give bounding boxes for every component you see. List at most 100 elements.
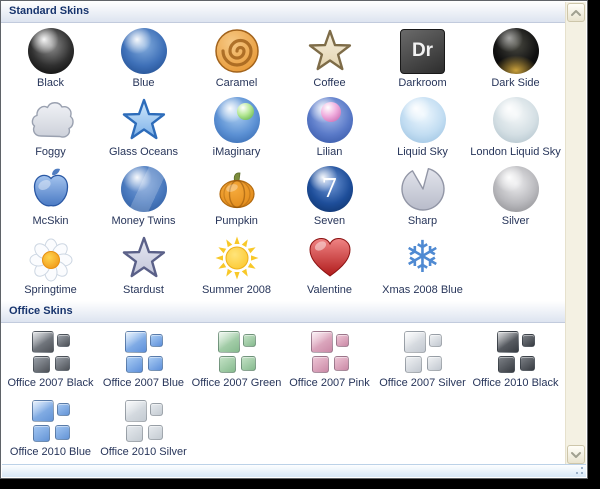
skin-label: Silver xyxy=(501,215,530,227)
skin-label: Seven xyxy=(313,215,346,227)
group-header-standard: Standard Skins xyxy=(1,1,566,23)
skin-item-silver[interactable]: Silver xyxy=(469,163,562,232)
skin-item-springtime[interactable]: Springtime xyxy=(4,232,97,301)
sphere-icon xyxy=(120,27,168,75)
scrollbar-track[interactable] xyxy=(566,23,586,444)
group-title: Office Skins xyxy=(9,305,73,317)
skin-label: Coffee xyxy=(313,77,346,89)
skin-item-dark-side[interactable]: Dark Side xyxy=(469,25,562,94)
skin-label: Office 2007 Silver xyxy=(379,377,466,389)
sphere-glow-icon xyxy=(492,27,540,75)
sun-icon xyxy=(213,234,261,282)
group-header-office: Office Skins xyxy=(1,301,566,323)
sphere-ball-icon xyxy=(306,96,354,144)
office-skins-items: Office 2007 Black Office 2007 Blue Offic… xyxy=(1,323,566,463)
snowflake-icon: ❄ xyxy=(404,232,441,283)
skin-label: Caramel xyxy=(215,77,258,89)
skin-item-pumpkin[interactable]: Pumpkin xyxy=(190,163,283,232)
dr-square-icon: Dr xyxy=(399,27,447,75)
skin-item-office-2007-black[interactable]: Office 2007 Black xyxy=(4,325,97,394)
skin-label: Office 2007 Black xyxy=(7,377,94,389)
chevron-down-icon xyxy=(571,451,581,458)
skin-label: Glass Oceans xyxy=(108,146,179,158)
resize-grip-icon[interactable] xyxy=(575,466,584,475)
skin-label: Sharp xyxy=(407,215,438,227)
skin-gallery: Standard Skins Black Blue Caramel Coffee … xyxy=(1,1,566,465)
skin-item-lilian[interactable]: Lilian xyxy=(283,94,376,163)
skin-item-office-2010-blue[interactable]: Office 2010 Blue xyxy=(4,394,97,463)
sphere-text-icon: 7 xyxy=(306,165,354,213)
squares-icon xyxy=(120,396,168,444)
skin-item-coffee[interactable]: Coffee xyxy=(283,25,376,94)
skin-label: Black xyxy=(37,77,64,89)
skin-label: Foggy xyxy=(35,146,66,158)
sphere-icon xyxy=(399,96,447,144)
skin-item-foggy[interactable]: Foggy xyxy=(4,94,97,163)
sphere-ball-icon xyxy=(213,96,261,144)
pacman-icon xyxy=(399,165,447,213)
standard-skins-items: Black Blue Caramel Coffee Dr Darkroom Dark … xyxy=(1,23,566,301)
skin-item-office-2010-black[interactable]: Office 2010 Black xyxy=(469,325,562,394)
group-standard-skins: Standard Skins Black Blue Caramel Coffee … xyxy=(1,1,566,301)
sphere-icon xyxy=(492,165,540,213)
scroll-up-button[interactable] xyxy=(567,3,585,22)
squares-icon xyxy=(492,327,540,375)
group-title: Standard Skins xyxy=(9,5,90,17)
skin-label: Liquid Sky xyxy=(397,146,448,158)
squares-icon xyxy=(120,327,168,375)
skin-item-london-liquid-sky[interactable]: London Liquid Sky xyxy=(469,94,562,163)
skin-item-money-twins[interactable]: Money Twins xyxy=(97,163,190,232)
skin-label: London Liquid Sky xyxy=(470,146,561,158)
skin-item-caramel[interactable]: Caramel xyxy=(190,25,283,94)
skin-label: Office 2010 Black xyxy=(472,377,559,389)
squares-icon xyxy=(213,327,261,375)
squares-icon xyxy=(27,327,75,375)
skin-label: Summer 2008 xyxy=(201,284,272,296)
daisy-icon xyxy=(27,234,75,282)
sphere-icon xyxy=(120,165,168,213)
scroll-down-button[interactable] xyxy=(567,445,585,464)
skin-item-stardust[interactable]: Stardust xyxy=(97,232,190,301)
sphere-icon xyxy=(27,27,75,75)
screenshot-stage: Standard Skins Black Blue Caramel Coffee … xyxy=(0,0,600,489)
skin-item-black[interactable]: Black xyxy=(4,25,97,94)
skin-item-office-2007-blue[interactable]: Office 2007 Blue xyxy=(97,325,190,394)
heart-icon xyxy=(306,234,354,282)
skin-item-seven[interactable]: 7 Seven xyxy=(283,163,376,232)
cloud-icon xyxy=(27,96,75,144)
skin-item-darkroom[interactable]: Dr Darkroom xyxy=(376,25,469,94)
sphere-icon xyxy=(492,96,540,144)
skin-label: McSkin xyxy=(32,215,69,227)
vertical-scrollbar[interactable] xyxy=(565,2,586,465)
skin-label: Money Twins xyxy=(111,215,176,227)
skin-item-office-2007-silver[interactable]: Office 2007 Silver xyxy=(376,325,469,394)
skin-label: Springtime xyxy=(24,284,77,296)
skin-label: Office 2007 Green xyxy=(191,377,282,389)
skin-item-mcskin[interactable]: McSkin xyxy=(4,163,97,232)
skin-item-office-2007-pink[interactable]: Office 2007 Pink xyxy=(283,325,376,394)
skin-item-imaginary[interactable]: iMaginary xyxy=(190,94,283,163)
skin-label: Office 2007 Pink xyxy=(289,377,370,389)
chevron-up-icon xyxy=(571,9,581,16)
skin-item-summer-2008[interactable]: Summer 2008 xyxy=(190,232,283,301)
pumpkin-icon xyxy=(213,165,261,213)
skin-label: Darkroom xyxy=(398,77,447,89)
group-office-skins: Office Skins Office 2007 Black Office 20… xyxy=(1,301,566,463)
skin-label: iMaginary xyxy=(212,146,261,158)
star-icon xyxy=(120,96,168,144)
skin-label: Lilian xyxy=(316,146,343,158)
skin-label: Office 2007 Blue xyxy=(102,377,185,389)
squares-icon xyxy=(399,327,447,375)
skin-item-valentine[interactable]: Valentine xyxy=(283,232,376,301)
skin-label: Valentine xyxy=(306,284,353,296)
skin-item-liquid-sky[interactable]: Liquid Sky xyxy=(376,94,469,163)
skin-item-glass-oceans[interactable]: Glass Oceans xyxy=(97,94,190,163)
skin-item-blue[interactable]: Blue xyxy=(97,25,190,94)
skin-item-office-2007-green[interactable]: Office 2007 Green xyxy=(190,325,283,394)
skin-item-sharp[interactable]: Sharp xyxy=(376,163,469,232)
status-bar xyxy=(2,464,586,477)
skin-label: Office 2010 Blue xyxy=(9,446,92,458)
skin-item-office-2010-silver[interactable]: Office 2010 Silver xyxy=(97,394,190,463)
skin-item-xmas-2008-blue[interactable]: ❄ Xmas 2008 Blue xyxy=(376,232,469,301)
star-icon xyxy=(306,27,354,75)
